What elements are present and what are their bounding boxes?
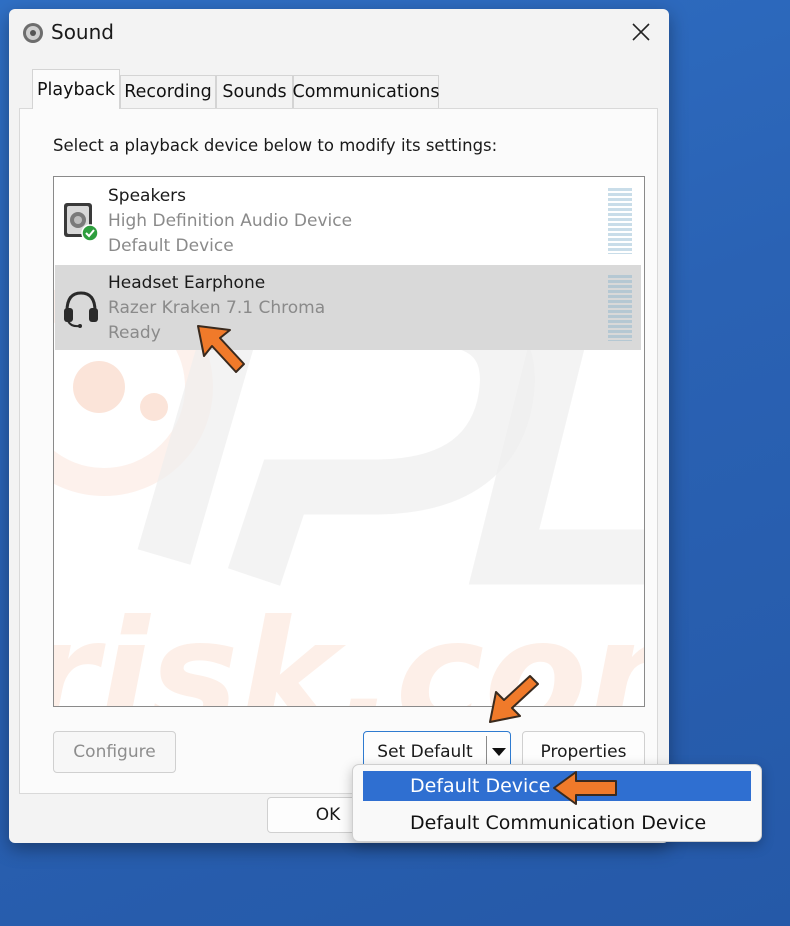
configure-button[interactable]: Configure [53,731,176,773]
device-status: Ready [108,323,161,343]
title-bar: Sound [9,9,669,57]
window-title: Sound [51,20,114,44]
device-list[interactable]: risk.com Speakers High Definition Audio … [53,176,645,707]
close-button[interactable] [613,9,669,55]
speaker-app-icon [21,21,45,45]
headset-icon [61,287,101,331]
playback-panel: Select a playback device below to modify… [19,108,658,794]
menu-item-default-communication-device[interactable]: Default Communication Device [363,808,751,838]
tab-recording[interactable]: Recording [120,75,216,108]
tab-playback[interactable]: Playback [32,69,120,109]
instruction-text: Select a playback device below to modify… [53,136,498,155]
tab-communications[interactable]: Communications [292,75,440,108]
caret-down-icon [491,748,506,756]
device-name: Headset Earphone [108,273,266,293]
menu-item-default-device[interactable]: Default Device [363,771,751,801]
device-name: Speakers [108,186,187,206]
device-row-headset[interactable]: Headset Earphone Razer Kraken 7.1 Chroma… [55,265,641,350]
volume-meter [608,275,632,341]
device-row-speakers[interactable]: Speakers High Definition Audio Device De… [55,178,641,263]
sound-dialog: Sound Playback Recording Sounds Communic… [9,9,669,843]
device-description: Razer Kraken 7.1 Chroma [108,298,326,318]
speaker-icon [61,200,101,244]
svg-text:risk.com: risk.com [53,589,645,707]
set-default-dropdown-menu: Default Device Default Communication Dev… [352,764,762,842]
device-status: Default Device [108,236,234,256]
tab-sounds[interactable]: Sounds [216,75,293,108]
volume-meter [608,188,632,254]
device-description: High Definition Audio Device [108,211,353,231]
close-icon [632,23,650,41]
